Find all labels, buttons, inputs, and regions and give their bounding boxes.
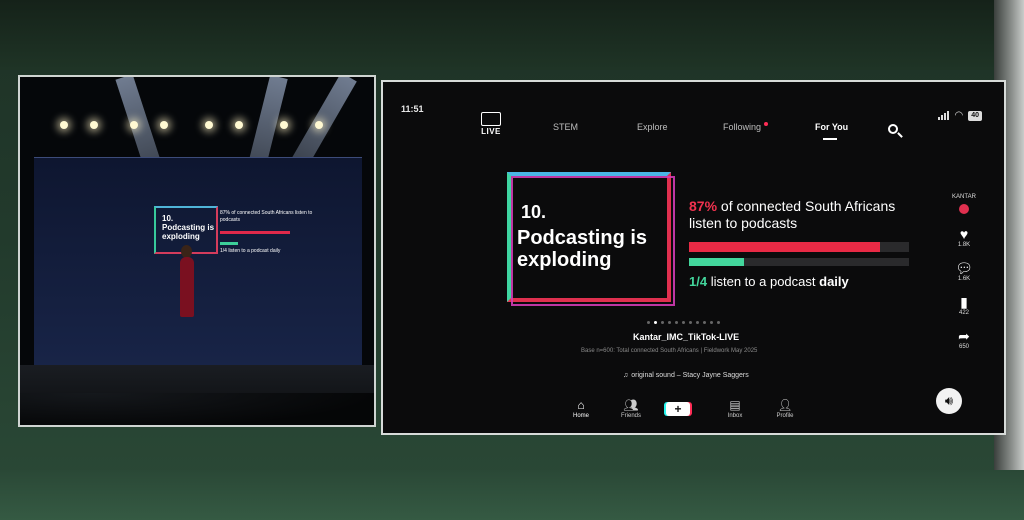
home-icon: ⌂ — [577, 398, 585, 412]
signal-icon — [938, 111, 950, 120]
stage-spotlight — [235, 121, 243, 129]
stage-spotlight — [280, 121, 288, 129]
bottom-nav: ⌂ Home 👥︎ Friends + ▤ Inbox 👤︎ Profile — [563, 398, 803, 428]
stage-screen: 10. Podcasting is exploding 87% of conne… — [34, 157, 362, 366]
tab-following-label: Following — [723, 122, 762, 132]
stage-spotlight — [90, 121, 98, 129]
like-button[interactable]: ♥ 1.8K — [949, 226, 979, 248]
stat-daily: 1/4 listen to a podcast daily — [689, 274, 849, 289]
carousel-dot[interactable] — [668, 321, 671, 324]
comment-icon: 💬︎ — [955, 260, 973, 276]
stat-daily-fraction: 1/4 — [689, 274, 708, 289]
stage-spotlight — [205, 121, 213, 129]
carousel-dot[interactable] — [647, 321, 650, 324]
carousel-dot[interactable] — [703, 321, 706, 324]
slide-headline: Podcasting is exploding — [517, 227, 648, 271]
stage-photo-panel: 10. Podcasting is exploding 87% of conne… — [18, 75, 376, 427]
wifi-icon: ◠ — [954, 110, 964, 121]
stage-slide-headline: 10. Podcasting is exploding — [162, 214, 215, 241]
carousel-dots — [647, 321, 720, 324]
stage-spotlight — [160, 121, 168, 129]
nav-profile[interactable]: 👤︎ Profile — [767, 398, 803, 419]
music-note-icon: ♫ — [623, 372, 629, 379]
creator-name[interactable]: Kantar_IMC_TikTok-LIVE — [633, 332, 739, 342]
comment-button[interactable]: 💬︎ 1.6K — [949, 260, 979, 282]
stage-spotlight — [60, 121, 68, 129]
brand-label: KANTAR — [952, 194, 976, 200]
sound-toggle-button[interactable]: 🔊︎ — [936, 388, 962, 414]
status-icons: ◠ 40 — [938, 110, 982, 121]
battery-icon: 40 — [968, 110, 982, 121]
action-rail: KANTAR ♥ 1.8K 💬︎ 1.6K ▮ 422 ➦ 650 — [949, 194, 979, 350]
create-button[interactable]: + — [666, 402, 690, 416]
top-tabs: STEM Explore Following For You — [383, 122, 1004, 142]
slide-number: 10. — [521, 202, 547, 222]
stage-spotlight — [315, 121, 323, 129]
share-arrow-icon: ➦ — [958, 328, 970, 344]
carousel-dot[interactable] — [661, 321, 664, 324]
stat-listen: 87% of connected South Africans listen t… — [689, 198, 929, 232]
desk-background — [0, 470, 1024, 520]
carousel-dot[interactable] — [710, 321, 713, 324]
avatar[interactable] — [959, 204, 969, 214]
speaker-icon: 🔊︎ — [944, 393, 954, 408]
heart-icon: ♥ — [959, 226, 969, 242]
nav-inbox-label: Inbox — [727, 413, 743, 419]
nav-home-label: Home — [572, 413, 589, 419]
carousel-dot[interactable] — [675, 321, 678, 324]
slide-title-frame: 10. Podcasting is exploding — [507, 172, 675, 306]
notification-dot-icon — [764, 122, 769, 126]
carousel-dot[interactable] — [696, 321, 699, 324]
post-caption: Base n=600: Total connected South Africa… — [581, 348, 758, 354]
carousel-dot[interactable] — [654, 321, 657, 324]
stage-slide-bar-red — [220, 231, 290, 234]
tiktok-screen: 11:51 ◠ 40 LIVE STEM Explore Following F… — [381, 80, 1006, 435]
sound-label[interactable]: ♫ original sound – Stacy Jayne Saggers — [623, 372, 749, 379]
nav-home[interactable]: ⌂ Home — [563, 398, 599, 419]
profile-icon: 👤︎ — [777, 398, 793, 412]
friends-icon: 👥︎ — [623, 398, 639, 412]
search-icon[interactable] — [888, 124, 903, 138]
stat-daily-bar — [689, 258, 744, 266]
tab-explore[interactable]: Explore — [637, 122, 668, 132]
presenter — [180, 257, 194, 317]
share-count: 650 — [958, 344, 969, 350]
nav-friends-label: Friends — [620, 413, 641, 419]
tab-stem[interactable]: STEM — [553, 122, 578, 132]
tab-for-you[interactable]: For You — [815, 122, 848, 140]
carousel-dot[interactable] — [717, 321, 720, 324]
share-button[interactable]: ➦ 650 — [949, 328, 979, 350]
nav-inbox[interactable]: ▤ Inbox — [717, 398, 753, 419]
stat-daily-emphasis: daily — [819, 274, 849, 289]
inbox-icon: ▤ — [729, 398, 741, 412]
bookmark-icon: ▮ — [960, 294, 968, 310]
like-count: 1.8K — [957, 242, 971, 248]
audience — [20, 393, 374, 425]
tab-following[interactable]: Following — [723, 122, 769, 132]
stage-slide-bar-green — [220, 242, 238, 245]
nav-friends[interactable]: 👥︎ Friends — [613, 398, 649, 419]
comment-count: 1.6K — [957, 276, 971, 282]
sound-name: original sound – Stacy Jayne Saggers — [631, 372, 749, 379]
carousel-dot[interactable] — [682, 321, 685, 324]
nav-profile-label: Profile — [776, 413, 794, 419]
stage-spotlight — [130, 121, 138, 129]
stage-slide-stat1: 87% of connected South Africans listen t… — [220, 210, 313, 223]
stage-slide-stat2: 1/4 listen to a podcast daily — [220, 248, 281, 254]
status-time: 11:51 — [401, 104, 424, 114]
stat-listen-text: of connected South Africans listen to po… — [689, 198, 896, 231]
carousel-dot[interactable] — [689, 321, 692, 324]
save-button[interactable]: ▮ 422 — [949, 294, 979, 316]
stat-listen-bar — [689, 242, 880, 252]
stat-daily-text: listen to a podcast — [710, 274, 816, 289]
monitor-bezel-top — [0, 0, 1024, 70]
save-count: 422 — [958, 310, 969, 316]
stat-listen-pct: 87% — [689, 198, 718, 214]
